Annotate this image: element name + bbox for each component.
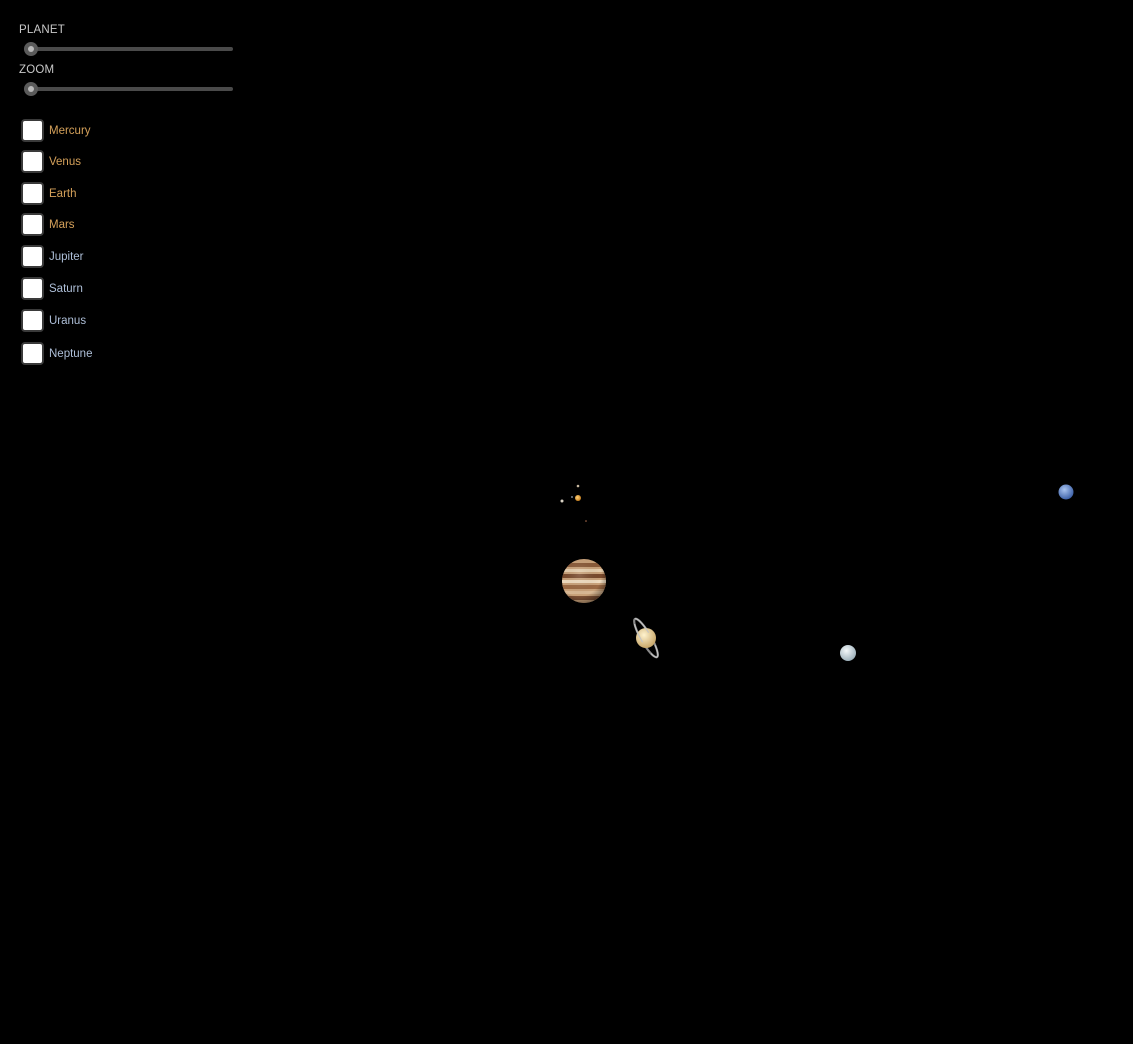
mercury-planet[interactable]	[576, 484, 580, 488]
sun	[575, 495, 581, 501]
solar-system-view[interactable]: PLANET ZOOM Mercury Venus Earth Mars Jup…	[0, 0, 1133, 1044]
earth-planet[interactable]	[571, 496, 573, 498]
mars-planet[interactable]	[585, 520, 587, 522]
saturn-planet[interactable]	[631, 616, 662, 659]
jupiter-planet[interactable]	[560, 557, 608, 605]
uranus-planet[interactable]	[840, 645, 856, 661]
solar-system-canvas[interactable]	[0, 0, 1133, 1044]
venus-planet[interactable]	[560, 499, 564, 503]
neptune-planet[interactable]	[1058, 484, 1074, 500]
